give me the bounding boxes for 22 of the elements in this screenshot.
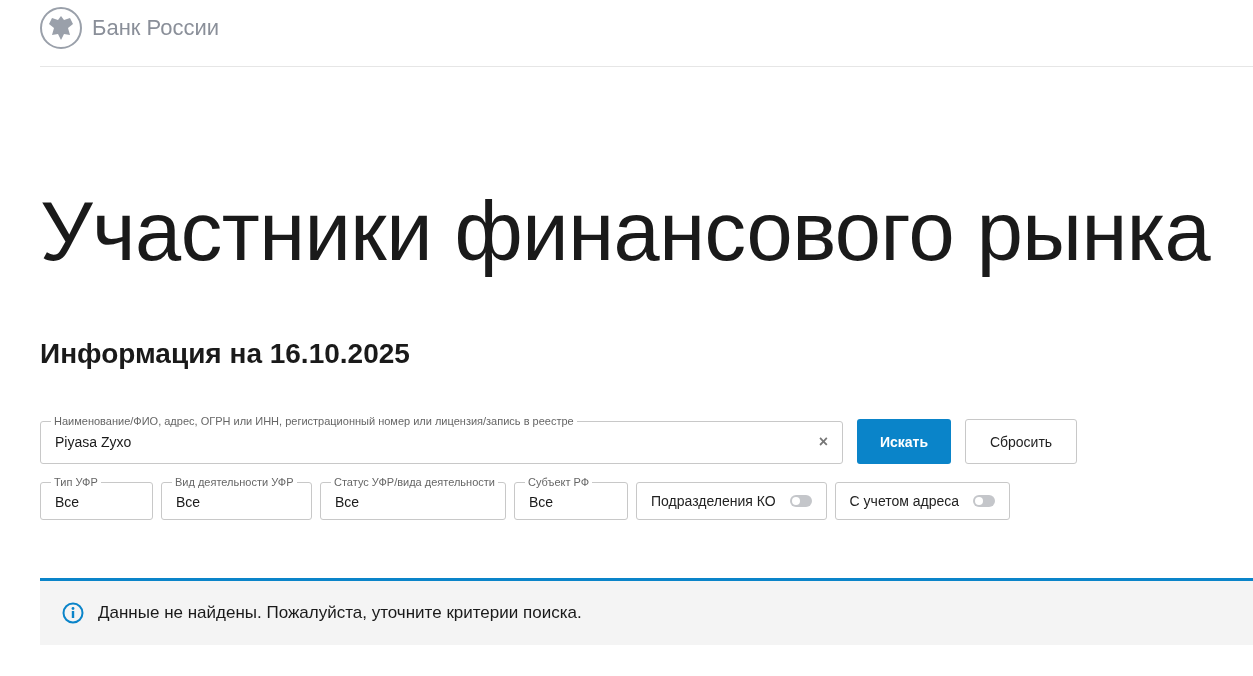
- search-field[interactable]: Наименование/ФИО, адрес, ОГРН или ИНН, регистрационный номер или лицензия/запись в реестре Piyasa Zyxo ×: [40, 415, 843, 464]
- field-label: Вид деятельности УФР: [174, 476, 295, 488]
- page-title: Участники финансового рынка: [40, 189, 1212, 275]
- toggle-button[interactable]: С учетом адреса: [834, 482, 1011, 520]
- field-label: Статус УФР/вида деятельности: [333, 476, 496, 488]
- toggle-switch[interactable]: [973, 495, 996, 507]
- field-label: Субъект РФ: [527, 476, 591, 488]
- field-label: Наименование/ФИО, адрес, ОГРН или ИНН, регистрационный номер или лицензия/запись в реестре: [53, 415, 575, 427]
- info-icon: [62, 602, 84, 624]
- toggle-button[interactable]: Подразделения КО: [636, 482, 827, 520]
- field-label: Тип УФР: [53, 476, 99, 488]
- dropdown-field[interactable]: Статус УФР/вида деятельности Все: [320, 476, 506, 520]
- search-button[interactable]: Искать: [857, 419, 951, 464]
- dropdown-field[interactable]: Вид деятельности УФР Все: [161, 476, 312, 520]
- clear-icon[interactable]: ×: [818, 433, 828, 451]
- dropdown-field[interactable]: Тип УФР Все: [40, 476, 153, 520]
- alert-message: Данные не найдены. Пожалуйста, уточните критерии поиска.: [98, 603, 582, 623]
- eagle-emblem-icon: [40, 7, 82, 49]
- dropdown-field[interactable]: Субъект РФ Все: [514, 476, 628, 520]
- reset-button[interactable]: Сбросить: [965, 419, 1077, 464]
- toggle-switch[interactable]: [789, 495, 812, 507]
- info-date-heading: Информация на 16.10.2025: [40, 337, 411, 371]
